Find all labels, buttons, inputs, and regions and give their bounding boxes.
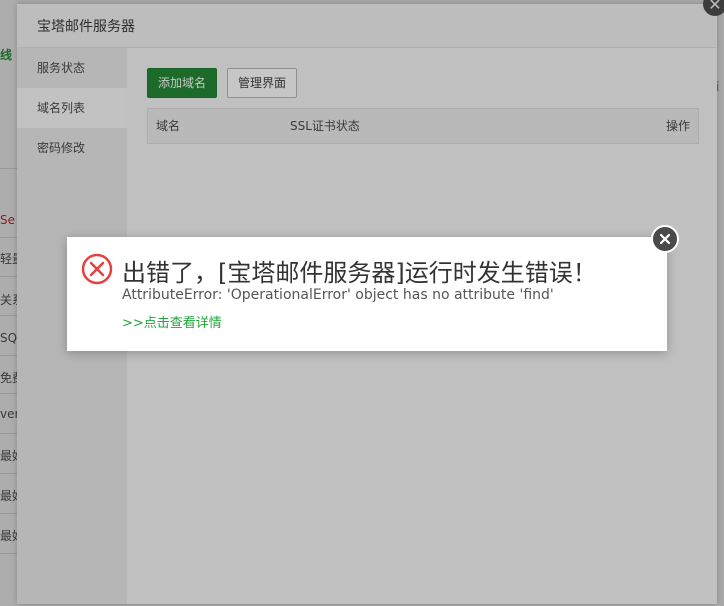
error-title: 出错了，[宝塔邮件服务器]运行时发生错误！ bbox=[122, 259, 597, 287]
error-details-link[interactable]: >>点击查看详情 bbox=[122, 312, 222, 331]
error-icon bbox=[81, 253, 113, 285]
close-icon bbox=[659, 233, 671, 245]
error-popup: 出错了，[宝塔邮件服务器]运行时发生错误！ AttributeError: 'O… bbox=[67, 225, 679, 351]
error-close-icon[interactable] bbox=[651, 225, 679, 253]
error-message: AttributeError: 'OperationalError' objec… bbox=[122, 287, 554, 303]
